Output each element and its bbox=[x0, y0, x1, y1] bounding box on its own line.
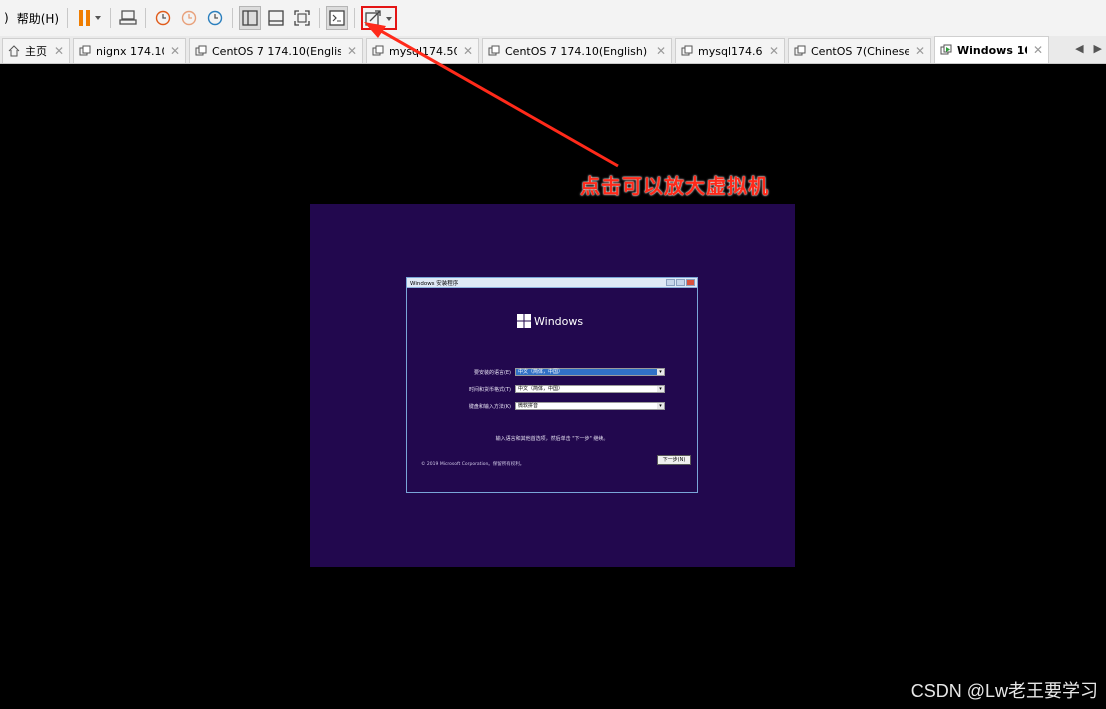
close-icon[interactable]: ✕ bbox=[347, 44, 357, 58]
toolbar: ) 帮助(H) bbox=[0, 0, 1106, 36]
dialog-title: Windows 安装程序 bbox=[410, 280, 459, 287]
vm-display[interactable]: Windows 安装程序 Windows 要安装的语言(E) 中文（简体，中国）… bbox=[0, 64, 1106, 709]
tab-vm[interactable]: nignx 174.10 ✕ bbox=[73, 38, 186, 63]
tab-label: CentOS 7(Chinese) bbox=[811, 44, 909, 58]
tab-scroll-controls: ◀ ▶ bbox=[1075, 42, 1102, 55]
language-value: 中文（简体，中国） bbox=[518, 369, 564, 375]
home-icon bbox=[8, 45, 20, 57]
dialog-titlebar: Windows 安装程序 bbox=[407, 278, 697, 288]
setup-hint: 输入语言和其他首选项，然后单击 "下一步" 继续。 bbox=[495, 436, 609, 442]
network-computer-icon bbox=[119, 10, 137, 25]
window-controls bbox=[666, 279, 695, 286]
tab-home[interactable]: 主页 ✕ bbox=[2, 38, 70, 63]
close-icon[interactable]: ✕ bbox=[170, 44, 180, 58]
pause-icon bbox=[79, 10, 102, 26]
menu-item-partial[interactable]: ) bbox=[0, 11, 13, 25]
pause-button[interactable] bbox=[74, 6, 104, 30]
vm-icon bbox=[79, 45, 91, 56]
minimize-icon[interactable] bbox=[666, 279, 675, 286]
close-icon[interactable]: ✕ bbox=[656, 44, 666, 58]
tab-vm[interactable]: mysql174.60 ✕ bbox=[675, 38, 785, 63]
toolbar-separator bbox=[67, 8, 69, 28]
tab-label: mysql174.50 bbox=[389, 44, 457, 58]
terminal-icon bbox=[329, 10, 345, 26]
time-format-value: 中文（简体，中国） bbox=[518, 386, 564, 392]
language-row: 要安装的语言(E) 中文（简体，中国） ▾ bbox=[407, 368, 697, 376]
scroll-right-icon[interactable]: ▶ bbox=[1094, 42, 1102, 55]
language-select[interactable]: 中文（简体，中国） ▾ bbox=[515, 368, 665, 376]
snapshot-button[interactable] bbox=[152, 6, 174, 30]
tab-vm[interactable]: CentOS 7 174.10(English) 的克隆 ✕ bbox=[482, 38, 672, 63]
tab-label: mysql174.60 bbox=[698, 44, 763, 58]
language-label: 要安装的语言(E) bbox=[473, 370, 511, 376]
keyboard-label: 键盘和输入方法(K) bbox=[468, 404, 511, 410]
keyboard-row: 键盘和输入方法(K) 微软拼音 ▾ bbox=[407, 402, 697, 410]
windows-setup-dialog: Windows 安装程序 Windows 要安装的语言(E) 中文（简体，中国）… bbox=[406, 277, 698, 493]
thumbnail-layout-icon bbox=[268, 10, 284, 26]
windows-logo-icon bbox=[517, 314, 531, 328]
manage-clock-icon bbox=[207, 10, 223, 26]
vm-icon bbox=[681, 45, 693, 56]
send-ctrl-alt-del-button[interactable] bbox=[117, 6, 139, 30]
close-icon[interactable]: ✕ bbox=[915, 44, 925, 58]
close-icon[interactable]: ✕ bbox=[54, 44, 64, 58]
full-screen-button[interactable] bbox=[291, 6, 313, 30]
watermark: CSDN @Lw老王要学习 bbox=[910, 681, 1098, 701]
tab-label: CentOS 7 174.10(English) 的克隆 bbox=[505, 45, 650, 58]
time-format-label: 时间和货币格式(T) bbox=[469, 387, 511, 393]
next-button[interactable]: 下一步(N) bbox=[657, 455, 691, 465]
menu-item-help[interactable]: 帮助(H) bbox=[13, 10, 63, 27]
show-thumbnail-bar-button[interactable] bbox=[265, 6, 287, 30]
revert-clock-icon bbox=[181, 10, 197, 26]
chevron-down-icon: ▾ bbox=[657, 386, 664, 392]
tab-bar: 主页 ✕ nignx 174.10 ✕ CentOS 7 174.10(Engl… bbox=[0, 36, 1106, 64]
clock-icon bbox=[155, 10, 171, 26]
snapshot-manager-button[interactable] bbox=[204, 6, 226, 30]
show-library-button[interactable] bbox=[239, 6, 262, 30]
tab-vm-active[interactable]: Windows 10... ✕ bbox=[934, 36, 1049, 63]
keyboard-value: 微软拼音 bbox=[518, 403, 539, 409]
scroll-left-icon[interactable]: ◀ bbox=[1075, 42, 1083, 55]
vm-running-icon bbox=[940, 44, 952, 55]
logo-text: Windows bbox=[534, 314, 584, 328]
tab-vm[interactable]: mysql174.50 ✕ bbox=[366, 38, 479, 63]
annotation-text: 点击可以放大虚拟机 bbox=[580, 174, 769, 198]
stretch-guest-button[interactable] bbox=[361, 6, 398, 30]
tab-vm[interactable]: CentOS 7 174.10(English) ✕ bbox=[189, 38, 363, 63]
close-icon[interactable]: ✕ bbox=[769, 44, 779, 58]
tab-label: CentOS 7 174.10(English) bbox=[212, 44, 341, 58]
tab-label: Windows 10... bbox=[957, 43, 1027, 57]
tab-vm[interactable]: CentOS 7(Chinese) ✕ bbox=[788, 38, 931, 63]
chevron-down-icon: ▾ bbox=[657, 369, 664, 375]
full-screen-icon bbox=[294, 10, 310, 26]
close-icon[interactable] bbox=[686, 279, 695, 286]
chevron-down-icon: ▾ bbox=[657, 403, 664, 409]
vm-icon bbox=[372, 45, 384, 56]
tab-label: 主页 bbox=[25, 45, 47, 58]
copyright-text: © 2019 Microsoft Corporation。保留所有权利。 bbox=[421, 462, 525, 467]
maximize-icon[interactable] bbox=[676, 279, 685, 286]
close-icon[interactable]: ✕ bbox=[463, 44, 473, 58]
guest-screen[interactable]: Windows 安装程序 Windows 要安装的语言(E) 中文（简体，中国）… bbox=[310, 204, 795, 567]
time-format-row: 时间和货币格式(T) 中文（简体，中国） ▾ bbox=[407, 385, 697, 393]
vm-icon bbox=[488, 45, 500, 56]
vm-icon bbox=[794, 45, 806, 56]
sidebar-layout-icon bbox=[242, 10, 258, 26]
console-view-button[interactable] bbox=[326, 6, 349, 30]
tab-label: nignx 174.10 bbox=[96, 44, 164, 58]
keyboard-select[interactable]: 微软拼音 ▾ bbox=[515, 402, 665, 410]
windows-logo: Windows bbox=[517, 314, 583, 328]
stretch-icon bbox=[365, 10, 393, 26]
time-format-select[interactable]: 中文（简体，中国） ▾ bbox=[515, 385, 665, 393]
close-icon[interactable]: ✕ bbox=[1033, 43, 1043, 57]
revert-snapshot-button[interactable] bbox=[178, 6, 200, 30]
vm-icon bbox=[195, 45, 207, 56]
